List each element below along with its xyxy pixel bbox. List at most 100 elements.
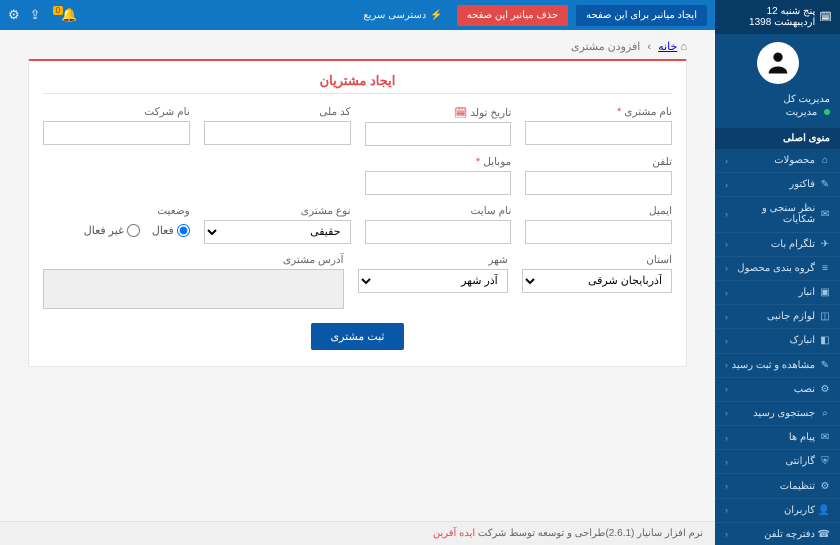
chevron-left-icon: ‹ (725, 288, 728, 298)
mobile-input[interactable] (365, 171, 512, 195)
sidebar-item-label: محصولات (774, 155, 815, 166)
sidebar-item-label: مشاهده و ثبت رسید (732, 360, 815, 371)
date-text: پنج شنبه 12 اردیبهشت 1398 (723, 6, 815, 28)
sidebar-item-label: نظر سنجی و شکایات (728, 203, 815, 225)
menu-icon: ◧ (820, 335, 830, 346)
status-active[interactable]: فعال (152, 224, 190, 237)
sidebar-item-label: گارانتی (785, 456, 815, 467)
phone-input[interactable] (525, 171, 672, 195)
create-shortcut-button[interactable]: ایجاد میانبر برای این صفحه (576, 5, 707, 26)
chevron-left-icon: ‹ (725, 481, 728, 491)
share-icon[interactable]: ⚙ (8, 7, 20, 23)
sidebar-item-label: جستجوی رسید (753, 408, 815, 419)
required-mark: * (617, 106, 621, 118)
notification-icon[interactable]: 🔔0 (51, 7, 78, 23)
breadcrumb: ⌂ خانه › افزودن مشتری (28, 40, 687, 53)
sidebar-item-10[interactable]: ⌕جستجوی رسید‹ (715, 402, 840, 425)
calendar-picker-icon[interactable]: 🗓 (454, 106, 467, 119)
menu-icon: ☎ (820, 529, 830, 540)
chevron-left-icon: ‹ (725, 505, 728, 515)
company-name-input[interactable] (43, 121, 190, 145)
status-inactive[interactable]: غیر فعال (84, 224, 140, 237)
status-active-radio[interactable] (177, 224, 190, 237)
notification-badge: 0 (53, 6, 63, 15)
label-birth-date: تاریخ تولد🗓 (365, 106, 512, 119)
breadcrumb-home[interactable]: خانه (658, 41, 677, 53)
sidebar-item-label: نصب (794, 384, 815, 395)
sidebar: 🗓 پنج شنبه 12 اردیبهشت 1398 مدیریت کل مد… (715, 0, 840, 545)
sidebar-item-label: فاکتور (789, 179, 815, 190)
sidebar-item-15[interactable]: ☎دفترچه تلفن‹ (715, 523, 840, 545)
sidebar-item-1[interactable]: ✎فاکتور‹ (715, 173, 840, 196)
label-status: وضعیت (43, 205, 190, 217)
menu-icon: ≡ (820, 263, 830, 274)
content: ⌂ خانه › افزودن مشتری ایجاد مشتریان نام … (0, 30, 715, 521)
quick-access-label: دسترسی سریع (363, 10, 426, 21)
status-inactive-radio[interactable] (127, 224, 140, 237)
menu-icon: 👤 (820, 505, 830, 516)
menu-icon: ⚙ (820, 481, 830, 492)
status-dot-icon (824, 109, 830, 115)
customer-name-input[interactable] (525, 121, 672, 145)
menu-icon: ✎ (820, 179, 830, 190)
label-customer-address: آدرس مشتری (43, 254, 344, 266)
menu-icon: ⛨ (820, 456, 830, 467)
sidebar-item-label: کاربران (784, 505, 815, 516)
sidebar-item-13[interactable]: ⚙ تنظیمات ‹ (715, 474, 840, 497)
sidebar-item-14[interactable]: 👤 کاربران ‹ (715, 499, 840, 522)
sidebar-item-5[interactable]: ▣ انبار ‹ (715, 281, 840, 304)
email-input[interactable] (525, 220, 672, 244)
main-menu: ⌂محصولات‹✎فاکتور‹✉نظر سنجی و شکایات‹✈تلگ… (715, 149, 840, 545)
menu-icon: ✉ (820, 209, 830, 220)
chevron-left-icon: ‹ (725, 239, 728, 249)
sidebar-item-label: پیام ها (789, 432, 815, 443)
submit-button[interactable]: ثبت مشتری (311, 323, 405, 350)
label-province: استان (522, 254, 672, 266)
label-website: نام سایت (365, 205, 512, 217)
sidebar-item-2[interactable]: ✉ نظر سنجی و شکایات‹ (715, 197, 840, 231)
menu-icon: ▣ (820, 287, 830, 298)
sidebar-item-label: تنظیمات (780, 481, 815, 492)
birth-date-input[interactable] (365, 122, 512, 146)
chevron-left-icon: ‹ (725, 263, 728, 273)
sidebar-item-label: انبار (799, 287, 815, 298)
delete-shortcut-button[interactable]: حذف میانبر این صفحه (457, 5, 568, 26)
website-input[interactable] (365, 220, 512, 244)
customer-address-input[interactable] (43, 269, 344, 309)
sidebar-item-7[interactable]: ◧انبارک‹ (715, 329, 840, 352)
required-mark: * (476, 156, 480, 168)
chevron-left-icon: ‹ (725, 336, 728, 346)
sidebar-item-4[interactable]: ≡گروه بندی محصول‹ (715, 257, 840, 280)
avatar[interactable] (757, 42, 799, 84)
sidebar-item-9[interactable]: ⚙ نصب ‹ (715, 378, 840, 401)
user-role: مدیریت کل (725, 94, 830, 105)
province-select[interactable]: آذربایجان شرقی (522, 269, 672, 293)
customer-type-select[interactable]: حقیقی (204, 220, 351, 244)
quick-access[interactable]: ⚡ دسترسی سریع (357, 10, 448, 21)
sidebar-user: مدیریت کل مدیریت (715, 90, 840, 128)
panel-title: ایجاد مشتریان (43, 73, 672, 89)
chevron-left-icon: ‹ (725, 312, 728, 322)
form-panel: ایجاد مشتریان نام مشتری* تاریخ تولد🗓 کد … (28, 59, 687, 367)
sidebar-item-label: لوازم جانبی (767, 311, 815, 322)
menu-heading: منوی اصلی (715, 128, 840, 149)
city-select[interactable]: آذر شهر (358, 269, 508, 293)
label-mobile: موبایل* (365, 156, 512, 168)
chevron-left-icon: ‹ (725, 209, 728, 219)
sidebar-item-8[interactable]: ✎مشاهده و ثبت رسید‹ (715, 354, 840, 377)
sidebar-item-6[interactable]: ◫لوازم جانبی‹ (715, 305, 840, 328)
footer-brand: ایده آفرین (433, 528, 475, 539)
sidebar-item-11[interactable]: ✉پیام ها‹ (715, 426, 840, 449)
sidebar-item-12[interactable]: ⛨گارانتی‹ (715, 450, 840, 473)
sidebar-item-0[interactable]: ⌂محصولات‹ (715, 149, 840, 172)
menu-icon: ⚙ (820, 384, 830, 395)
national-id-input[interactable] (204, 121, 351, 145)
sidebar-item-3[interactable]: ✈تلگرام بات‹ (715, 233, 840, 256)
date-bar: 🗓 پنج شنبه 12 اردیبهشت 1398 (715, 0, 840, 34)
upload-icon[interactable]: ⇪ (30, 7, 41, 23)
user-icon (764, 49, 792, 77)
label-email: ایمیل (525, 205, 672, 217)
breadcrumb-sep: › (647, 41, 651, 53)
label-city: شهر (358, 254, 508, 266)
chevron-left-icon: ‹ (725, 384, 728, 394)
